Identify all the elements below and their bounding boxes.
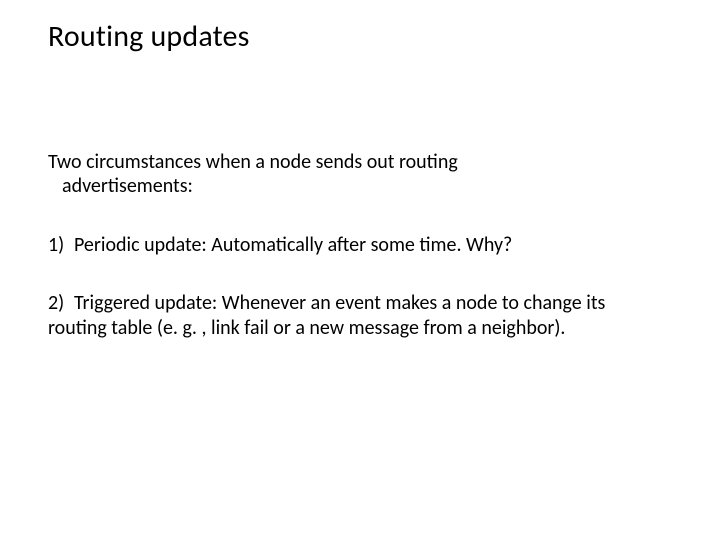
intro-line2: advertisements: xyxy=(48,174,193,198)
item-number: 1) xyxy=(48,233,74,257)
item-number: 2) xyxy=(48,291,74,315)
intro-line1: Two circumstances when a node sends out … xyxy=(48,150,458,174)
slide: Routing updates Two circumstances when a… xyxy=(0,0,720,540)
item-text: Triggered update: Whenever an event make… xyxy=(48,291,605,339)
list-item: 1)Periodic update: Automatically after s… xyxy=(48,233,660,257)
item-text: Periodic update: Automatically after som… xyxy=(74,233,512,257)
slide-body: Two circumstances when a node sends out … xyxy=(48,150,660,374)
list-item: 2)Triggered update: Whenever an event ma… xyxy=(48,291,660,340)
slide-title: Routing updates xyxy=(48,18,250,55)
intro-text: Two circumstances when a node sends out … xyxy=(48,150,660,199)
